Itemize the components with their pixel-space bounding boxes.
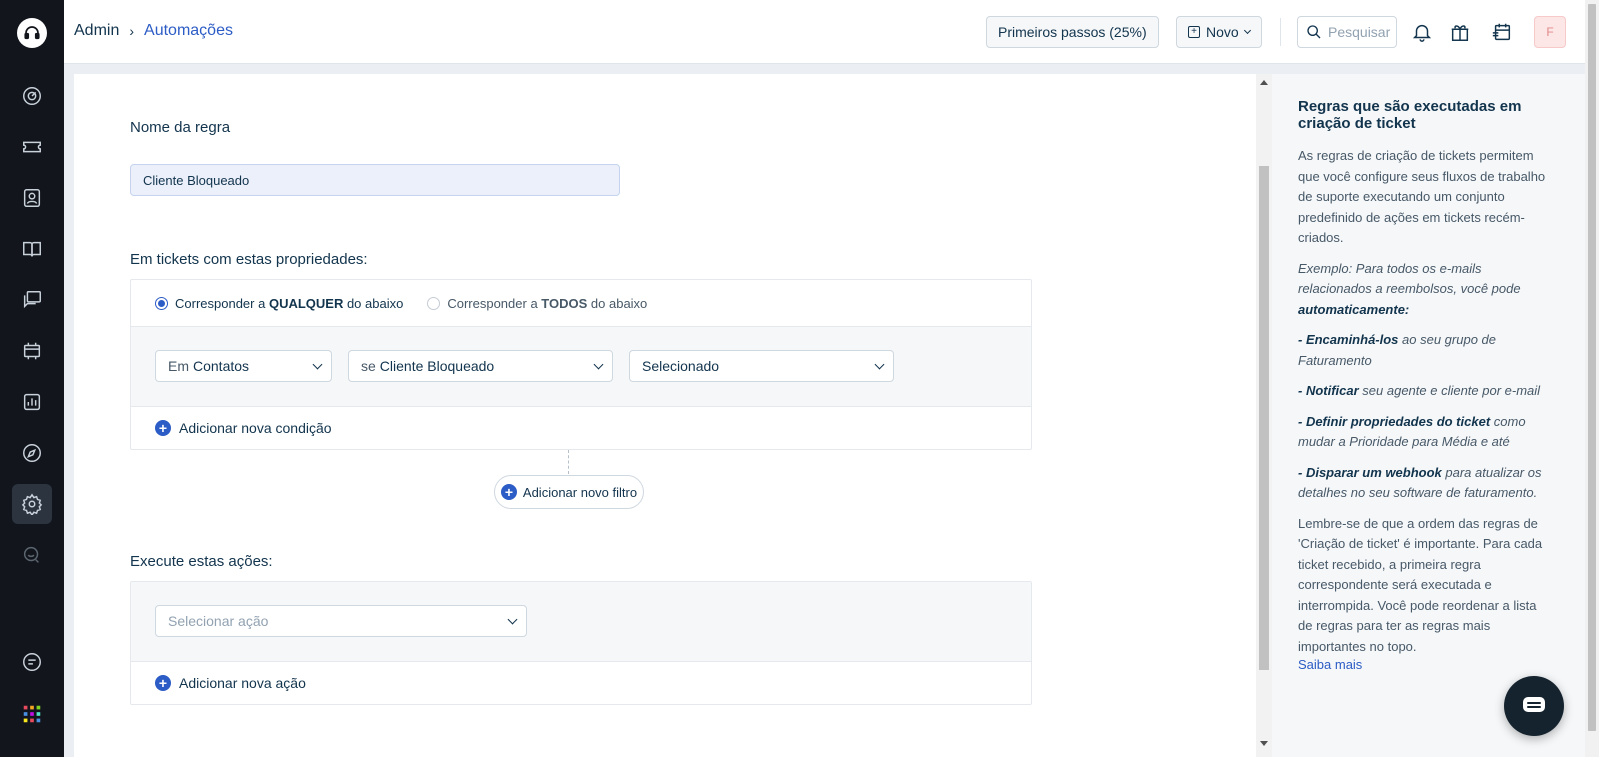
match-any-label: Corresponder a QUALQUER do abaixo xyxy=(175,295,404,311)
breadcrumb-automations[interactable]: Automações xyxy=(144,22,233,40)
conversations-icon[interactable] xyxy=(12,280,52,320)
conditions-box: Corresponder a QUALQUER do abaixo Corres… xyxy=(130,279,1032,450)
panel-scrollbar-thumb[interactable] xyxy=(1259,166,1269,670)
chat-icon xyxy=(1523,697,1545,712)
explore-icon[interactable] xyxy=(12,433,52,473)
plus-circle-icon: + xyxy=(500,484,517,500)
match-any-radio[interactable]: Corresponder a QUALQUER do abaixo xyxy=(155,296,403,311)
page-scrollbar-thumb[interactable] xyxy=(1588,4,1596,731)
help-title: Regras que são executadas em criação de … xyxy=(1298,98,1522,132)
notes-icon[interactable] xyxy=(12,642,52,682)
avatar[interactable]: F xyxy=(1534,16,1566,48)
new-button[interactable]: + Novo xyxy=(1176,16,1262,48)
field-prefix: se xyxy=(361,358,376,374)
condition-value-select[interactable]: Selecionado xyxy=(629,350,894,382)
avatar-initial: F xyxy=(1546,25,1554,39)
help-item-webhook: - Disparar um webhook para atualizar os … xyxy=(1298,464,1542,501)
app-switcher-icon[interactable] xyxy=(12,694,52,734)
rule-name-input[interactable]: Cliente Bloqueado xyxy=(130,164,620,196)
plus-circle-icon: + xyxy=(155,675,171,691)
condition-value: Selecionado xyxy=(642,358,720,374)
chevron-down-icon xyxy=(1243,26,1251,35)
add-condition-button[interactable]: + Adicionar nova condição xyxy=(131,407,1031,449)
bell-icon[interactable] xyxy=(1408,18,1436,46)
scroll-up-icon[interactable] xyxy=(1260,80,1268,85)
breadcrumb: Admin › Automações xyxy=(74,22,233,40)
rule-name-value: Cliente Bloqueado xyxy=(143,172,250,188)
assets-icon[interactable] xyxy=(12,331,52,371)
first-steps-button[interactable]: Primeiros passos (25%) xyxy=(986,16,1159,48)
entity-prefix: Em xyxy=(168,358,189,374)
chevron-down-icon xyxy=(874,359,885,370)
reports-icon[interactable] xyxy=(12,382,52,422)
knowledge-base-icon[interactable] xyxy=(12,229,52,269)
help-item-properties: - Definir propriedades do ticket como mu… xyxy=(1298,413,1526,450)
entity-value: Contatos xyxy=(193,358,250,374)
plus-circle-icon: + xyxy=(155,420,171,436)
match-all-radio[interactable]: Corresponder a TODOS do abaixo xyxy=(427,296,647,311)
radio-unselected-icon xyxy=(427,296,441,310)
help-item-notify: - Notificar seu agente e cliente por e-m… xyxy=(1298,383,1541,398)
actions-title: Execute estas ações: xyxy=(130,553,273,570)
calendar-icon[interactable] xyxy=(1488,18,1516,46)
chevron-down-icon xyxy=(593,359,604,370)
chat-widget-button[interactable] xyxy=(1504,676,1564,736)
rule-name-label: Nome da regra xyxy=(130,119,231,136)
freddy-ai-icon[interactable] xyxy=(12,535,52,575)
breadcrumb-separator: › xyxy=(129,23,135,39)
match-type-group: Corresponder a QUALQUER do abaixo Corres… xyxy=(131,280,1031,327)
radio-selected-icon xyxy=(155,296,168,310)
first-steps-label: Primeiros passos (25%) xyxy=(998,24,1147,40)
condition-row: Em Contatos se Cliente Bloqueado Selecio… xyxy=(131,327,1031,407)
search-placeholder: Pesquisar xyxy=(1328,24,1391,40)
help-panel: Regras que são executadas em criação de … xyxy=(1272,74,1599,757)
add-action-label: Adicionar nova ação xyxy=(179,675,306,691)
help-item-route: - Encaminhá-los ao seu grupo de Faturame… xyxy=(1298,332,1496,368)
add-condition-label: Adicionar nova condição xyxy=(179,420,332,436)
left-nav xyxy=(0,0,64,757)
conditions-title: Em tickets com estas propriedades: xyxy=(130,251,368,268)
match-all-label: Corresponder a TODOS do abaixo xyxy=(447,295,648,311)
action-row: Selecionar ação xyxy=(131,582,1031,662)
admin-settings-icon[interactable] xyxy=(12,484,52,524)
select-action-dropdown[interactable]: Selecionar ação xyxy=(155,605,527,637)
chevron-down-icon xyxy=(312,359,323,370)
condition-entity-select[interactable]: Em Contatos xyxy=(155,350,332,382)
gift-icon[interactable] xyxy=(1446,18,1474,46)
select-action-placeholder: Selecionar ação xyxy=(168,613,269,629)
breadcrumb-admin[interactable]: Admin xyxy=(74,22,119,40)
field-value: Cliente Bloqueado xyxy=(379,358,495,374)
header-divider xyxy=(1280,18,1281,46)
add-filter-button[interactable]: + Adicionar novo filtro xyxy=(494,475,644,509)
help-example: Exemplo: Para todos os e-mails relaciona… xyxy=(1298,260,1521,317)
search-input[interactable]: Pesquisar xyxy=(1297,16,1397,48)
dashboard-icon[interactable] xyxy=(12,76,52,116)
tickets-icon[interactable] xyxy=(12,127,52,167)
new-button-label: Novo xyxy=(1206,24,1239,40)
add-action-button[interactable]: + Adicionar nova ação xyxy=(131,662,1031,704)
scroll-down-icon[interactable] xyxy=(1260,741,1268,746)
add-filter-label: Adicionar novo filtro xyxy=(522,484,638,500)
learn-more-link[interactable]: Saiba mais xyxy=(1298,657,1362,672)
condition-field-select[interactable]: se Cliente Bloqueado xyxy=(348,350,613,382)
filter-connector xyxy=(568,450,569,474)
search-icon xyxy=(1307,25,1321,39)
plus-square-icon: + xyxy=(1188,26,1200,38)
actions-box: Selecionar ação + Adicionar nova ação xyxy=(130,581,1032,705)
chevron-down-icon xyxy=(507,614,518,625)
help-intro: As regras de criação de tickets permitem… xyxy=(1298,148,1546,245)
contacts-icon[interactable] xyxy=(12,178,52,218)
rule-form-panel: Nome da regra Cliente Bloqueado Em ticke… xyxy=(74,74,1256,757)
help-reminder: Lembre-se de que a ordem das regras de '… xyxy=(1298,515,1543,654)
headset-logo-icon[interactable] xyxy=(17,18,47,48)
